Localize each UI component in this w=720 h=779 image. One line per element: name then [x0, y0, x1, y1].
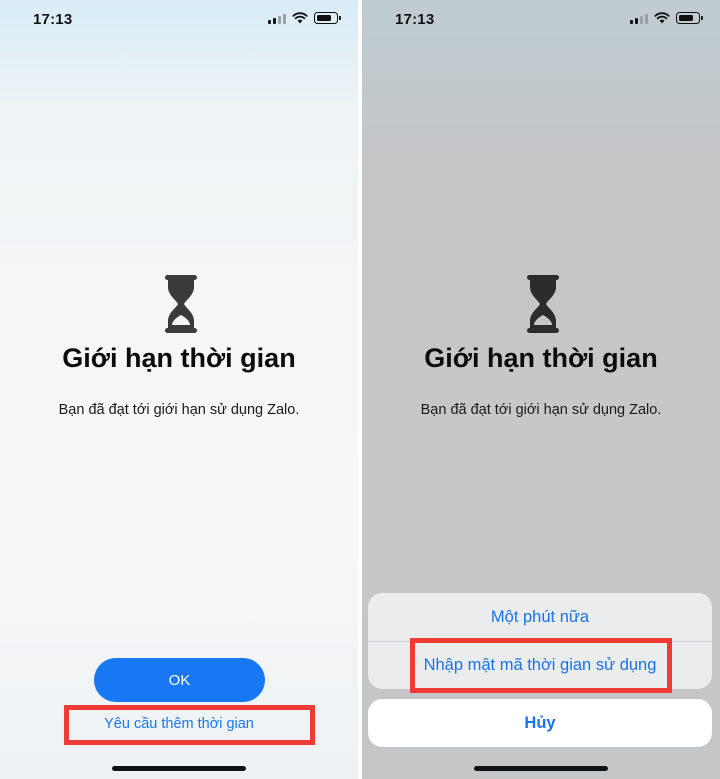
hourglass-icon	[527, 275, 559, 333]
home-indicator[interactable]	[474, 766, 608, 771]
cellular-signal-icon	[630, 13, 648, 24]
limit-message: Bạn đã đạt tới giới hạn sử dụng Zalo.	[420, 402, 662, 418]
battery-icon	[314, 12, 341, 24]
battery-icon	[676, 12, 703, 24]
hourglass-icon	[165, 275, 197, 333]
highlight-annotation	[64, 705, 315, 745]
status-time: 17:13	[33, 11, 73, 28]
status-icons	[630, 12, 703, 24]
status-bar: 17:13	[0, 0, 358, 40]
status-time: 17:13	[395, 11, 435, 28]
wifi-icon	[292, 12, 308, 24]
screen-time-limit-action-sheet: 17:13 Giới hạn thời gian Bạn đã đạt tới …	[362, 0, 720, 779]
ok-button[interactable]: OK	[94, 658, 265, 702]
status-bar: 17:13	[362, 0, 720, 40]
screen-time-limit: 17:13 Giới hạn thời gian Bạn đã đạt tới …	[0, 0, 358, 779]
cancel-button[interactable]: Hủy	[368, 699, 712, 747]
home-indicator[interactable]	[112, 766, 246, 771]
status-icons	[268, 12, 341, 24]
highlight-annotation	[410, 638, 672, 693]
limit-message: Bạn đã đạt tới giới hạn sử dụng Zalo.	[58, 402, 300, 418]
wifi-icon	[654, 12, 670, 24]
page-title: Giới hạn thời gian	[424, 343, 658, 373]
one-more-minute-option[interactable]: Một phút nữa	[368, 593, 712, 641]
page-title: Giới hạn thời gian	[62, 343, 296, 373]
cellular-signal-icon	[268, 13, 286, 24]
